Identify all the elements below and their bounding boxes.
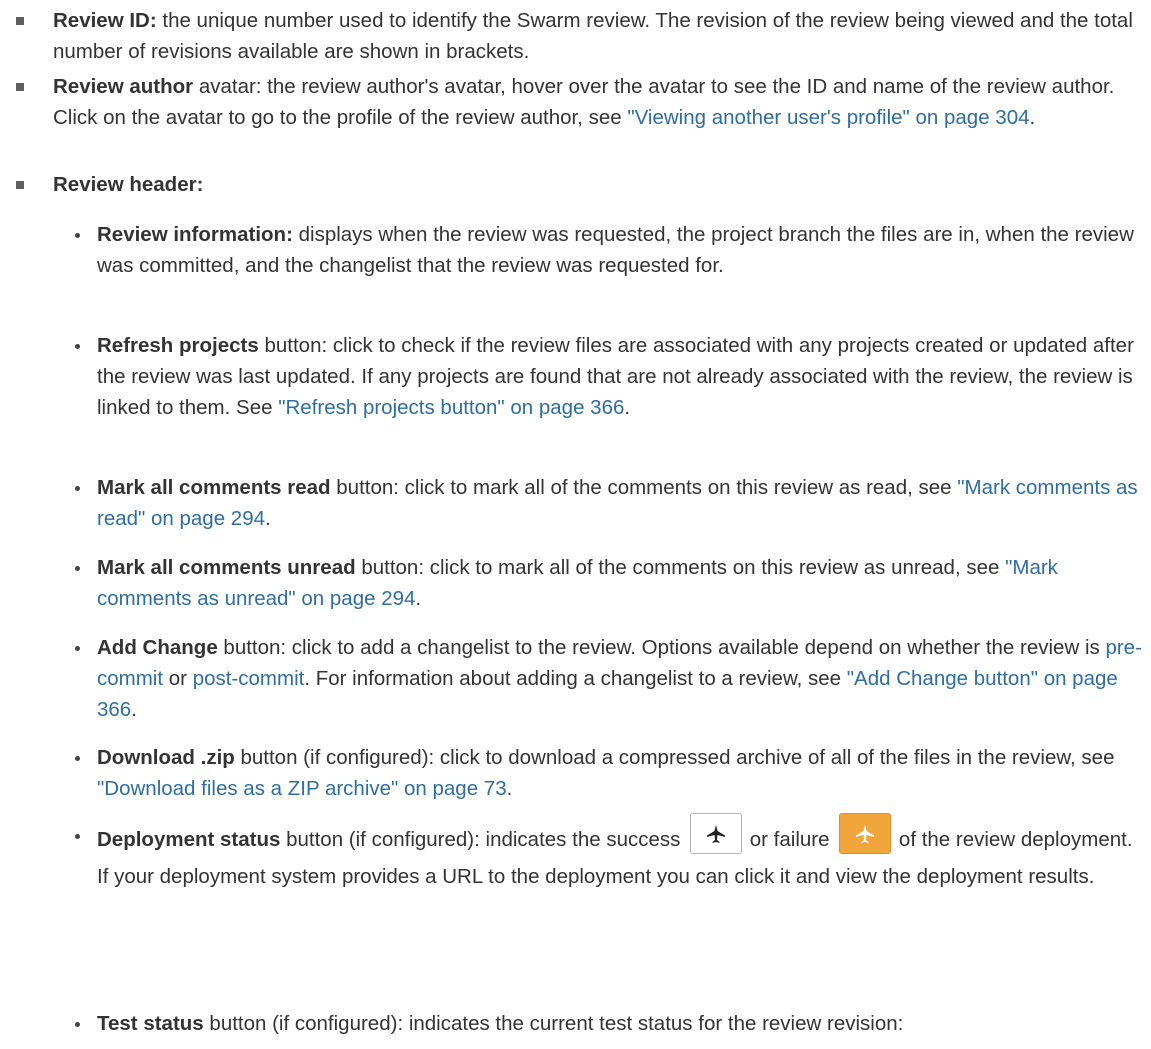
period-text: . (1029, 106, 1036, 129)
refresh-projects-term: Refresh projects (97, 334, 259, 357)
period-text: . (506, 777, 513, 800)
download-zip-text: button (if configured): click to downloa… (234, 746, 1115, 769)
mark-read-item: Mark all comments read button: click to … (97, 472, 1148, 534)
post-commit-link[interactable]: post-commit (193, 667, 305, 690)
review-header-term: Review header: (53, 173, 204, 196)
airplane-icon (707, 824, 726, 843)
review-author-term: Review author (53, 75, 194, 98)
add-change-term: Add Change (97, 636, 218, 659)
download-zip-term: Download .zip (97, 746, 235, 769)
or-text: or (163, 667, 193, 690)
test-status-item: Test status button (if configured): indi… (97, 1008, 1148, 1039)
test-status-term: Test status (97, 1012, 204, 1035)
square-bullet-icon (16, 83, 24, 91)
download-zip-archive-link[interactable]: "Download files as a ZIP archive" on pag… (97, 777, 507, 800)
square-bullet-icon (16, 17, 24, 25)
test-status-text: button (if configured): indicates the cu… (203, 1012, 904, 1035)
mark-unread-item: Mark all comments unread button: click t… (97, 552, 1148, 614)
round-bullet-icon (75, 1022, 80, 1027)
mark-unread-text: button: click to mark all of the comment… (355, 556, 1006, 579)
document-page: Review ID: the unique number used to ide… (0, 0, 1151, 1049)
add-change-item: Add Change button: click to add a change… (97, 632, 1148, 725)
deployment-failure-button[interactable] (839, 813, 892, 854)
add-change-text: button: click to add a changelist to the… (217, 636, 1106, 659)
period-text: . (415, 587, 422, 610)
add-change-text-2: . For information about adding a changel… (304, 667, 847, 690)
deployment-status-item: Deployment status button (if configured)… (97, 813, 1148, 892)
square-bullet-icon (16, 181, 24, 189)
review-id-term: Review ID: (53, 9, 157, 32)
airplane-icon (856, 824, 875, 843)
refresh-projects-link[interactable]: "Refresh projects button" on page 366 (278, 396, 624, 419)
round-bullet-icon (75, 566, 80, 571)
round-bullet-icon (75, 344, 80, 349)
review-information-item: Review information: displays when the re… (97, 219, 1148, 281)
period-text: . (624, 396, 631, 419)
review-id-text: the unique number used to identify the S… (53, 9, 1133, 63)
period-text: . (265, 507, 271, 530)
deployment-status-text: button (if configured): indicates the su… (280, 827, 687, 851)
period-text: . (131, 698, 137, 721)
round-bullet-icon (75, 646, 80, 651)
mark-unread-term: Mark all comments unread (97, 556, 356, 579)
or-failure-text: or failure (744, 827, 836, 851)
deployment-success-button[interactable] (690, 813, 743, 854)
download-zip-item: Download .zip button (if configured): cl… (97, 742, 1148, 804)
mark-read-term: Mark all comments read (97, 476, 331, 499)
round-bullet-icon (75, 486, 80, 491)
round-bullet-icon (75, 834, 80, 839)
round-bullet-icon (75, 233, 80, 238)
deployment-status-term: Deployment status (97, 827, 281, 851)
mark-read-text: button: click to mark all of the comment… (330, 476, 958, 499)
round-bullet-icon (75, 756, 80, 761)
review-information-term: Review information: (97, 223, 293, 246)
review-header-item: Review header: (53, 169, 1148, 200)
review-id-item: Review ID: the unique number used to ide… (53, 5, 1148, 67)
refresh-projects-item: Refresh projects button: click to check … (97, 330, 1148, 423)
review-author-item: Review author avatar: the review author'… (53, 71, 1148, 133)
viewing-profile-link[interactable]: "Viewing another user's profile" on page… (627, 106, 1029, 129)
